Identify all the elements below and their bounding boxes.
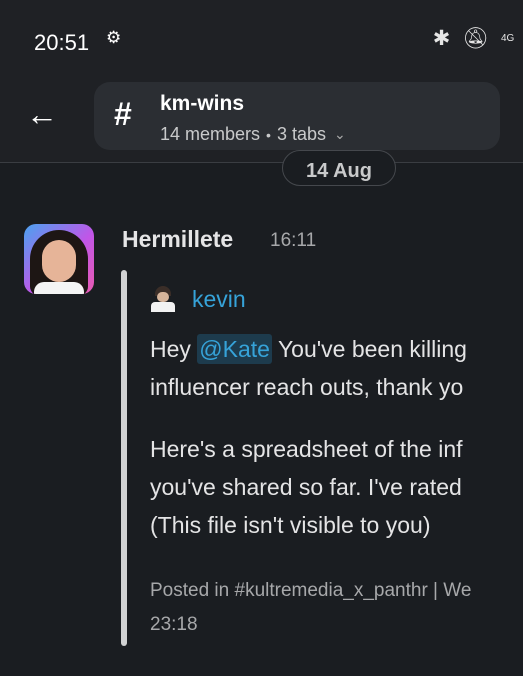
posted-time: 23:18: [150, 614, 198, 635]
posted-in-link[interactable]: Posted in #kultremedia_x_panthr | We: [150, 580, 471, 602]
quoted-author[interactable]: kevin: [192, 286, 246, 313]
channel-name: km-wins: [160, 92, 245, 115]
quoted-author-avatar[interactable]: [149, 286, 177, 312]
status-bar: 20:51 ⚙ ✱ 🔕︎ 4G: [0, 0, 523, 80]
quoted-line-4: you've shared so far. I've rated: [150, 474, 462, 500]
quoted-line-3: Here's a spreadsheet of the inf: [150, 436, 463, 462]
tab-count: 3 tabs: [276, 124, 326, 144]
message-author[interactable]: Hermillete: [122, 226, 233, 253]
back-arrow-icon[interactable]: ←: [26, 96, 58, 133]
date-divider[interactable]: 14 Aug: [282, 150, 396, 186]
muted-bell-icon: 🔕︎: [462, 26, 489, 50]
mention-link[interactable]: @Kate: [197, 334, 272, 364]
avatar[interactable]: [24, 224, 94, 294]
hash-icon: #: [114, 96, 132, 132]
channel-info-button[interactable]: # km-wins 14 members • 3 tabs ⌄: [94, 82, 500, 150]
network-type-label: 4G: [501, 32, 515, 44]
status-icons: ✱ 🔕︎ 4G: [433, 26, 519, 51]
settings-gear-icon: ⚙: [106, 28, 122, 47]
bluetooth-icon: ✱: [432, 27, 451, 50]
message-time: 16:11: [270, 230, 317, 251]
status-time: 20:51: [34, 30, 90, 55]
separator-dot: •: [266, 126, 271, 143]
quoted-message-text: Hey @Kate You've been killing influencer…: [150, 330, 523, 544]
network-signal-icon: 4G: [501, 32, 519, 44]
chevron-down-icon: ⌄: [334, 126, 346, 142]
quoted-line-5: (This file isn't visible to you): [150, 512, 431, 538]
quoted-line-2: influencer reach outs, thank yo: [150, 374, 464, 400]
channel-meta: 14 members • 3 tabs ⌄: [160, 124, 346, 145]
quote-bar: [121, 270, 127, 646]
channel-header: ← # km-wins 14 members • 3 tabs ⌄: [0, 80, 523, 163]
quoted-line-1: Hey @Kate You've been killing: [150, 334, 467, 364]
member-count: 14 members: [160, 124, 261, 144]
